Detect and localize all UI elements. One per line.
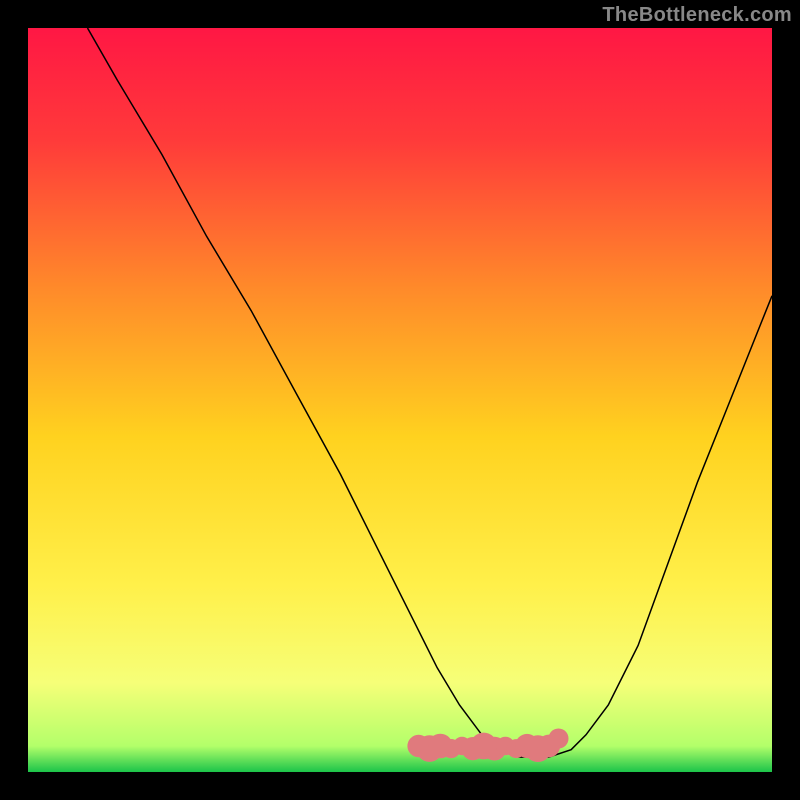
bg-gradient-svg: [28, 28, 772, 772]
gradient-rect: [28, 28, 772, 772]
plot-area: [26, 26, 774, 774]
chart-container: TheBottleneck.com: [0, 0, 800, 800]
watermark-text: TheBottleneck.com: [602, 4, 792, 27]
